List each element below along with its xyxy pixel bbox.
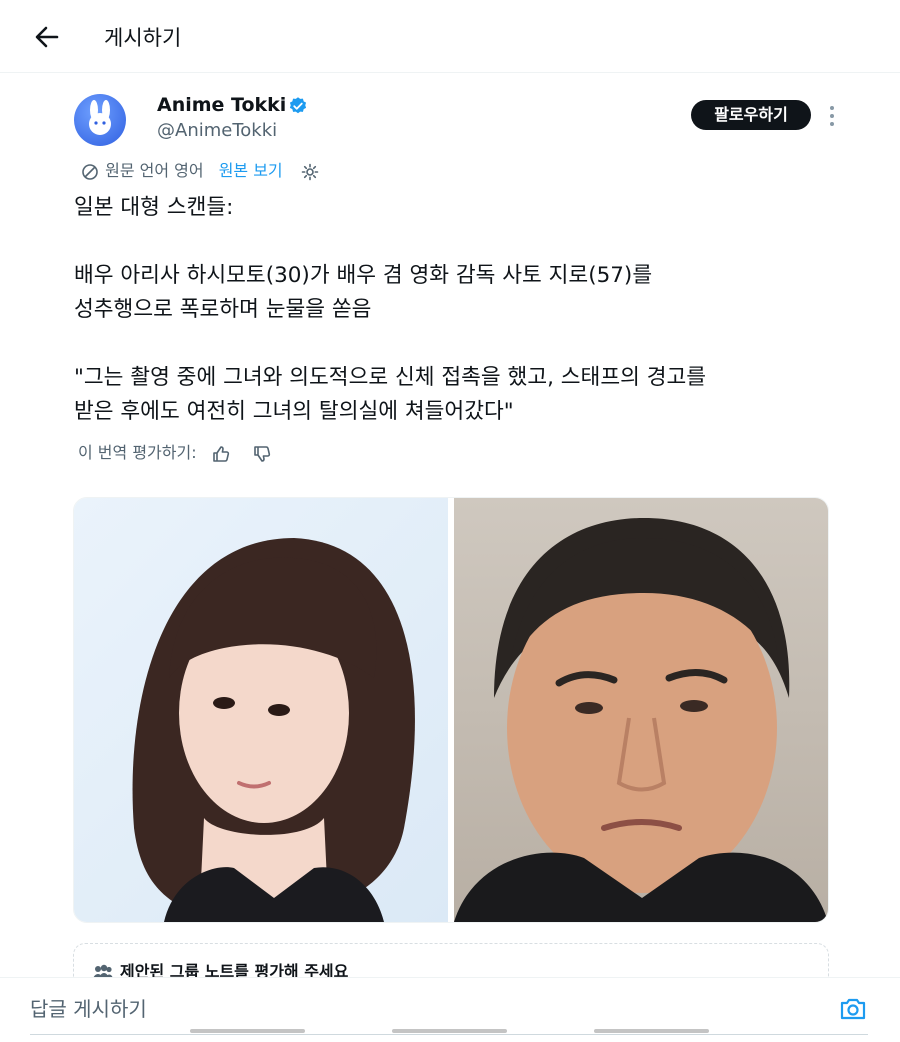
tweet-media[interactable] [73,497,829,923]
reply-underline [30,1034,868,1035]
top-bar: 게시하기 [0,0,900,73]
translation-info: 원문 언어 영어 원본 보기 [80,157,320,181]
camera-icon [840,998,866,1020]
scroll-indicator [594,1029,709,1033]
man-portrait-illustration [454,518,828,922]
camera-button[interactable] [838,994,868,1024]
avatar[interactable] [74,94,126,146]
reply-bar [0,977,900,1042]
rate-translation: 이 번역 평가하기: [78,439,273,465]
man-portrait-photo[interactable] [454,498,828,922]
verified-badge-icon [289,97,307,114]
translation-label: 원문 언어 영어 [105,161,204,180]
view-original-link[interactable]: 원본 보기 [219,161,283,180]
woman-portrait-illustration [132,538,415,922]
tweet-line: 일본 대형 스캔들: [74,195,234,220]
translate-icon [82,163,98,180]
user-handle[interactable]: @AnimeTokki [157,120,277,141]
tweet-line: 배우 아리사 하시모토(30)가 배우 겸 영화 감독 사토 지로(57)를 [74,263,653,288]
display-name[interactable]: Anime Tokki [157,94,286,116]
more-vertical-icon [830,106,834,126]
more-options-button[interactable] [822,103,842,129]
tweet-line: "그는 촬영 중에 그녀와 의도적으로 신체 접촉을 했고, 스태프의 경고를 [74,365,707,390]
gear-icon[interactable] [300,162,320,182]
arrow-left-icon [35,26,59,48]
back-button[interactable] [30,20,64,54]
thumbs-up-icon[interactable] [210,443,232,465]
rabbit-logo-icon [89,100,111,135]
tweet-line: 받은 후에도 여전히 그녀의 탈의실에 쳐들어갔다" [74,399,514,424]
tweet-text: 일본 대형 스캔들: 배우 아리사 하시모토(30)가 배우 겸 영화 감독 사… [74,191,834,429]
follow-button[interactable]: 팔로우하기 [691,100,811,130]
scroll-indicator [392,1029,507,1033]
page-title: 게시하기 [104,26,182,50]
thumbs-down-icon[interactable] [251,443,273,465]
scroll-indicator [190,1029,305,1033]
woman-portrait-photo[interactable] [74,498,448,922]
reply-input[interactable] [30,995,790,1023]
rate-translation-label: 이 번역 평가하기: [78,443,197,462]
tweet-line: 성추행으로 폭로하며 눈물을 쏟음 [74,297,372,322]
